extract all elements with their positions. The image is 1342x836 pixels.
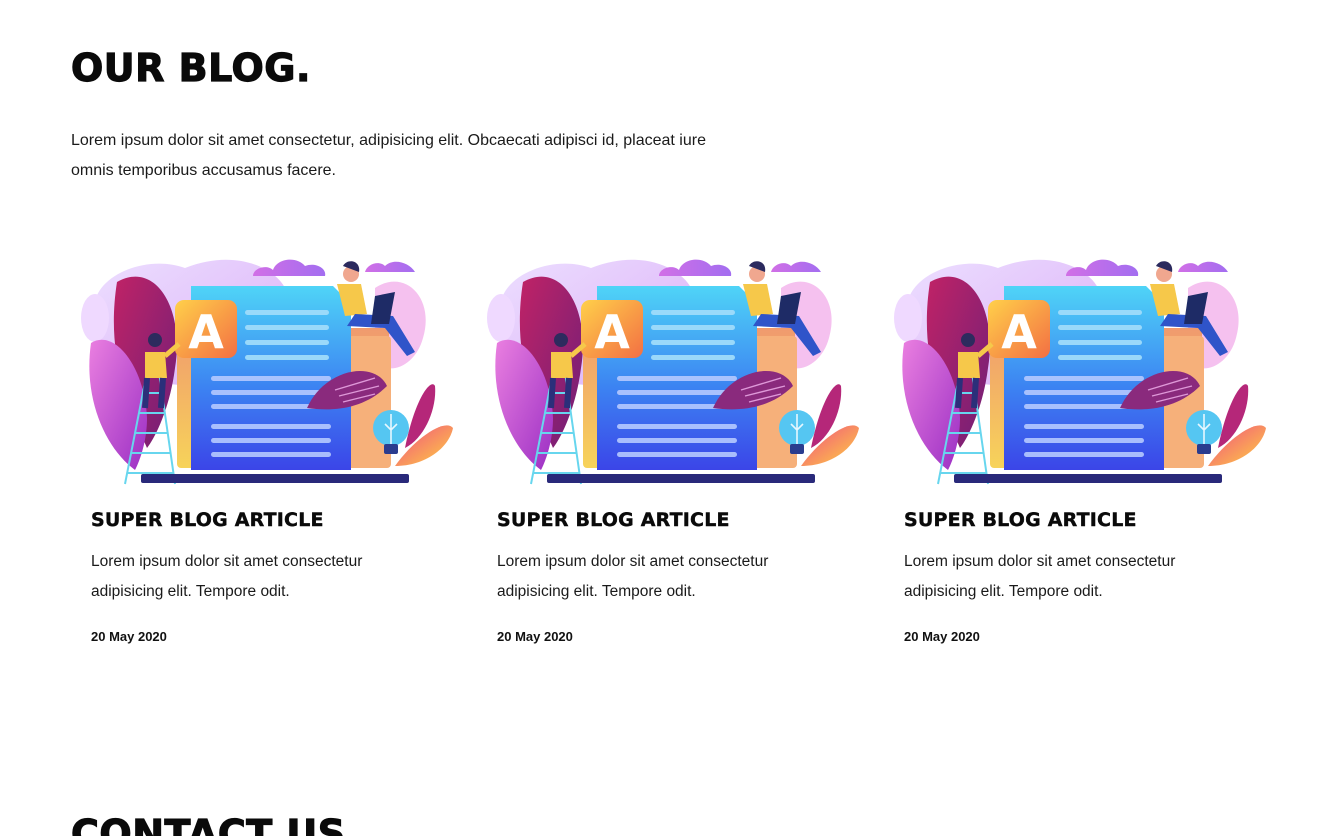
svg-text:A: A [1001,305,1037,359]
svg-text:A: A [188,305,224,359]
blog-card-date: 20 May 2020 [904,629,980,644]
blog-card-title[interactable]: SUPER BLOG ARTICLE [904,507,1137,533]
blog-illustration-svg: A [81,259,453,485]
blog-illustration-svg: A [894,259,1266,485]
blog-card-list: A SUPER BLOG ARTICLE Lorem ipsum dolor s… [71,248,1291,668]
blog-illustration-icon: A [75,248,457,486]
blog-card-excerpt: Lorem ipsum dolor sit amet consectetur a… [904,553,1176,600]
page: OUR BLOG. Lorem ipsum dolor sit amet con… [0,0,1342,836]
blog-card-title[interactable]: SUPER BLOG ARTICLE [91,507,324,533]
svg-text:A: A [594,305,630,359]
blog-card-date: 20 May 2020 [91,629,167,644]
blog-card-excerpt: Lorem ipsum dolor sit amet consectetur a… [91,553,363,600]
contact-section-title: CONTACT US [70,811,346,836]
blog-card-excerpt: Lorem ipsum dolor sit amet consectetur a… [497,553,769,600]
blog-card[interactable]: A SUPER BLOG ARTICLE Lorem ipsum dolor s… [481,248,871,658]
blog-illustration-icon: A [481,248,863,486]
blog-illustration-svg: A [487,259,859,485]
blog-section-title: OUR BLOG. [70,45,311,90]
blog-illustration-icon: A [888,248,1270,486]
blog-card[interactable]: A SUPER BLOG ARTICLE Lorem ipsum dolor s… [888,248,1278,658]
blog-section-intro: Lorem ipsum dolor sit amet consectetur, … [71,132,706,179]
blog-card-date: 20 May 2020 [497,629,573,644]
blog-card[interactable]: A SUPER BLOG ARTICLE Lorem ipsum dolor s… [75,248,465,658]
blog-card-title[interactable]: SUPER BLOG ARTICLE [497,507,730,533]
